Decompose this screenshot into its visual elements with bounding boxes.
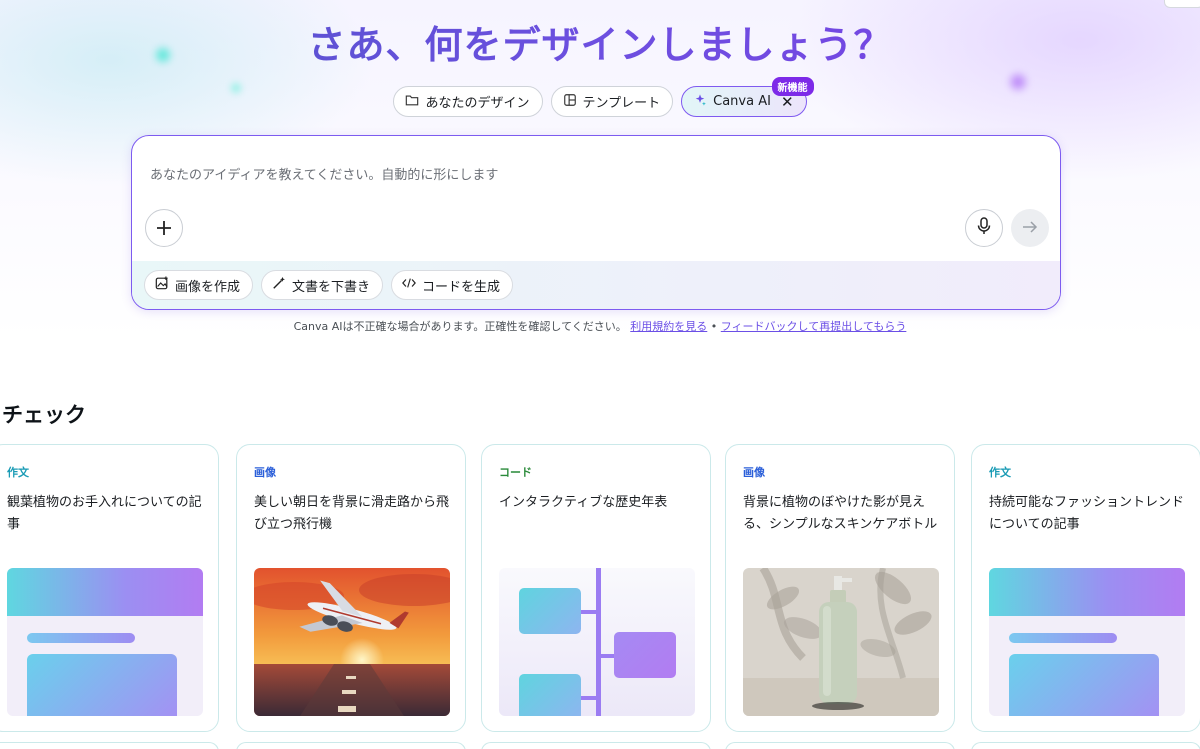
arrow-right-icon (1022, 218, 1038, 239)
plus-icon (156, 214, 172, 242)
tab-label: あなたのデザイン (425, 96, 530, 111)
next-row-card[interactable] (236, 742, 466, 749)
code-icon (402, 277, 416, 293)
card-description: 美しい朝日を背景に滑走路から飛び立つ飛行機 (254, 495, 450, 532)
generate-code-chip[interactable]: コードを生成 (391, 270, 514, 300)
draft-document-chip[interactable]: 文書を下書き (261, 270, 384, 300)
suggestion-card[interactable]: 画像 背景に植物のぼやけた影が見える、シンプルなスキンケアボトル (725, 444, 955, 732)
card-category: コード (499, 466, 532, 479)
folder-icon (405, 93, 419, 111)
card-description: 背景に植物のぼやけた影が見える、シンプルなスキンケアボトル (743, 495, 938, 532)
add-button[interactable] (145, 209, 183, 247)
document-preview-thumbnail (7, 568, 203, 716)
suggestion-card[interactable]: 画像 美しい朝日を背景に滑走路から飛び立つ飛行機 (236, 444, 466, 732)
tab-label: テンプレート (582, 96, 661, 111)
microphone-icon (976, 217, 992, 239)
page-title: さあ、何をデザインしましょう？ (0, 14, 1200, 69)
airplane-sunrise-thumbnail (254, 568, 450, 716)
ai-prompt-box: あなたのアイディアを教えてください。自動的に形にします 画像を作成 文書を下書き (131, 135, 1061, 310)
card-category: 作文 (7, 466, 29, 479)
disclaimer-text: Canva AIは不正確な場合があります。正確性を確認してください。 (293, 320, 627, 333)
corner-button[interactable] (1164, 0, 1200, 8)
terms-link[interactable]: 利用規約を見る (630, 320, 707, 333)
next-row-card[interactable] (481, 742, 711, 749)
send-button[interactable] (1011, 209, 1049, 247)
separator: • (710, 320, 718, 333)
prompt-input[interactable]: あなたのアイディアを教えてください。自動的に形にします (150, 164, 498, 183)
magic-pen-icon (272, 276, 286, 294)
suggestion-card[interactable]: コード インタラクティブな歴史年表 (481, 444, 711, 732)
prompt-suggestions: 画像を作成 文書を下書き コードを生成 (132, 261, 1060, 309)
card-description: 観葉植物のお手入れについての記事 (7, 495, 202, 532)
suggestion-card[interactable]: 作文 持続可能なファッショントレンドについての記事 (971, 444, 1200, 732)
card-category: 画像 (254, 466, 276, 479)
template-icon (563, 93, 577, 111)
section-title: チェック (2, 403, 86, 427)
feedback-link[interactable]: フィードバックして再提出してもらう (721, 320, 907, 333)
skincare-bottle-thumbnail (743, 568, 939, 716)
chip-label: コードを生成 (422, 279, 501, 295)
card-category: 画像 (743, 466, 765, 479)
image-create-icon (155, 276, 169, 294)
card-description: インタラクティブな歴史年表 (499, 495, 668, 510)
chip-label: 文書を下書き (292, 279, 371, 295)
document-preview-thumbnail (989, 568, 1185, 716)
tab-canva-ai[interactable]: Canva AI ✕ 新機能 (681, 77, 814, 117)
ai-disclaimer: Canva AIは不正確な場合があります。正確性を確認してください。 利用規約を… (0, 318, 1200, 334)
card-category: 作文 (989, 466, 1011, 479)
next-row-card[interactable] (971, 742, 1200, 749)
tab-your-designs[interactable]: あなたのデザイン (393, 86, 543, 117)
tab-templates[interactable]: テンプレート (550, 86, 674, 117)
microphone-button[interactable] (965, 209, 1003, 247)
sparkle-icon (693, 93, 707, 111)
card-description: 持続可能なファッショントレンドについての記事 (989, 495, 1185, 532)
tab-label: Canva AI (713, 94, 771, 109)
chip-label: 画像を作成 (175, 279, 241, 295)
timeline-preview-thumbnail (499, 568, 695, 716)
suggestion-card[interactable]: 作文 観葉植物のお手入れについての記事 (0, 444, 219, 732)
new-feature-badge: 新機能 (771, 77, 814, 96)
next-row-card[interactable] (725, 742, 955, 749)
next-row-card[interactable] (0, 742, 219, 749)
create-image-chip[interactable]: 画像を作成 (144, 270, 254, 300)
mode-tabs: あなたのデザイン テンプレート Canva AI ✕ 新機能 (0, 77, 1200, 117)
